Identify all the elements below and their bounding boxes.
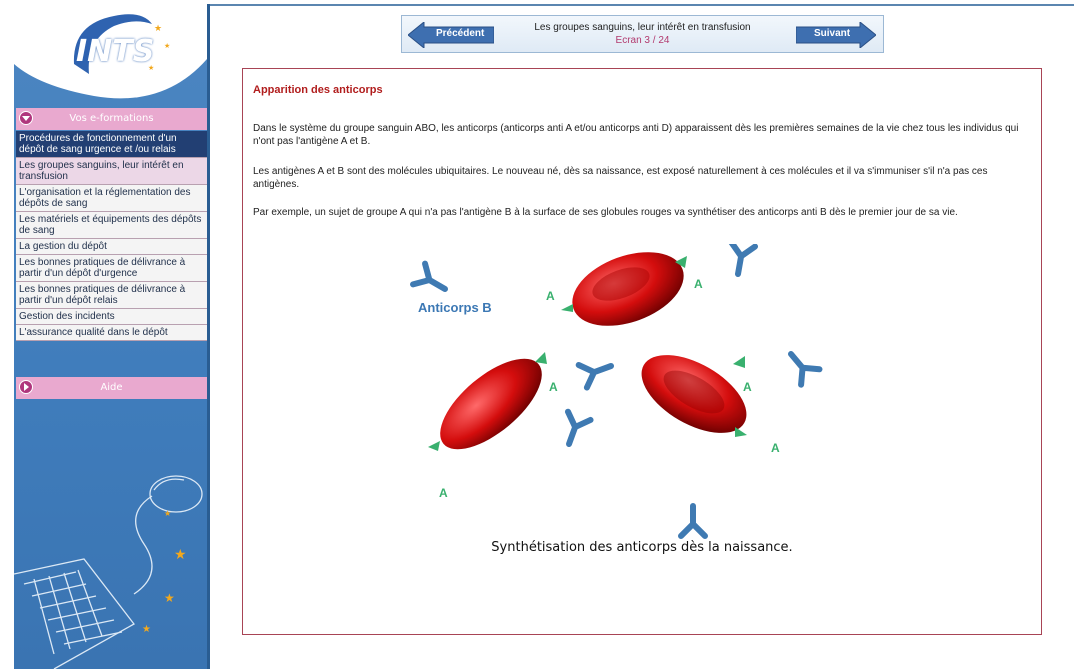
content-panel: Apparition des anticorps Dans le système… xyxy=(242,68,1042,635)
antibody-illustration: Anticorps B A A A A A A xyxy=(403,244,863,564)
antibody-icon xyxy=(681,506,705,536)
formation-list: Procédures de fonctionnement d'un dépôt … xyxy=(16,131,207,341)
antibody-icon xyxy=(726,244,755,276)
paragraph: Dans le système du groupe sanguin ABO, l… xyxy=(253,123,1019,147)
menu-item-materiels[interactable]: Les matériels et équipements des dépôts … xyxy=(16,212,207,239)
svg-text:★: ★ xyxy=(174,547,187,563)
paragraph: Par exemple, un sujet de groupe A qui n'… xyxy=(253,207,958,218)
svg-text:★: ★ xyxy=(164,509,171,518)
antibody-icon xyxy=(579,355,615,388)
illustration-caption: Synthétisation des anticorps dès la nais… xyxy=(491,540,793,555)
menu-header-label: Vos e-formations xyxy=(69,113,154,124)
antigen-label: A xyxy=(771,441,780,455)
menu-item-organisation[interactable]: L'organisation et la réglementation des … xyxy=(16,185,207,212)
antigen-label: A xyxy=(694,277,703,291)
star-icon: ★ xyxy=(154,24,163,34)
ints-logo: INTS xyxy=(76,34,155,69)
previous-button[interactable]: Précédent xyxy=(407,20,495,50)
menu-item-procedures[interactable]: Procédures de fonctionnement d'un dépôt … xyxy=(16,131,207,158)
menu-item-incidents[interactable]: Gestion des incidents xyxy=(16,309,207,325)
section-heading: Apparition des anticorps xyxy=(253,84,383,96)
antibody-icon xyxy=(782,346,820,384)
menu-item-assurance-qualite[interactable]: L'assurance qualité dans le dépôt xyxy=(16,325,207,341)
sidebar: INTS ★ ★ ★ Vos e-formations Procédures d… xyxy=(14,4,210,669)
red-blood-cell xyxy=(561,252,687,326)
antibody-label: Anticorps B xyxy=(418,300,492,315)
antigen-label: A xyxy=(743,380,752,394)
menu-item-gestion-depot[interactable]: La gestion du dépôt xyxy=(16,239,207,255)
red-blood-cell xyxy=(428,352,547,451)
menu-header-e-formations[interactable]: Vos e-formations xyxy=(16,108,207,130)
top-border xyxy=(207,4,1074,6)
next-button[interactable]: Suivant xyxy=(795,20,877,50)
menu-item-groupes-sanguins[interactable]: Les groupes sanguins, leur intérêt en tr… xyxy=(16,158,207,185)
red-blood-cell xyxy=(641,355,747,437)
svg-text:★: ★ xyxy=(142,624,151,635)
lesson-title: Les groupes sanguins, leur intérêt en tr… xyxy=(534,22,751,33)
mouse-keyboard-illustration: ★ ★ ★ ★ xyxy=(14,444,207,669)
screen-counter: Ecran 3 / 24 xyxy=(615,35,670,46)
menu-item-delivrance-relais[interactable]: Les bonnes pratiques de délivrance à par… xyxy=(16,282,207,309)
logo-area: INTS ★ ★ ★ xyxy=(14,4,207,108)
antigen-label: A xyxy=(546,289,555,303)
menu-item-delivrance-urgence[interactable]: Les bonnes pratiques de délivrance à par… xyxy=(16,255,207,282)
aide-button[interactable]: Aide xyxy=(16,377,207,399)
antibody-icon xyxy=(413,264,451,300)
navigation-bar: Précédent Les groupes sanguins, leur int… xyxy=(401,15,884,53)
previous-label: Précédent xyxy=(436,28,485,39)
aide-label: Aide xyxy=(100,382,123,393)
paragraph: Les antigènes A et B sont des molécules … xyxy=(253,166,988,190)
antigen-label: A xyxy=(549,380,558,394)
next-label: Suivant xyxy=(814,28,851,39)
antigen-label: A xyxy=(439,486,448,500)
antibody-icon xyxy=(558,412,591,448)
star-icon: ★ xyxy=(164,42,171,50)
star-icon: ★ xyxy=(148,64,155,72)
svg-text:★: ★ xyxy=(164,591,175,605)
